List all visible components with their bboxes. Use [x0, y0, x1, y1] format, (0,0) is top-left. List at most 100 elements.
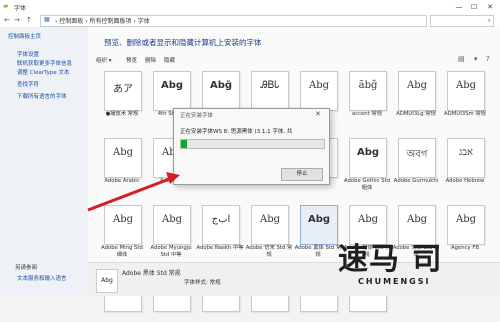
font-sample-text: অবগ — [406, 149, 428, 160]
font-tile[interactable]: Abg Adobe 仿宋 Std 常规 — [245, 205, 293, 258]
font-tile[interactable]: あア ●播放术 常规 — [98, 71, 146, 121]
font-tile[interactable]: אבג Adobe Hebrew — [441, 138, 489, 188]
organize-button[interactable]: 组织 ▾ — [96, 56, 112, 64]
font-file-icon: Abg — [104, 205, 142, 245]
font-file-icon: Abg — [300, 71, 338, 111]
view-dropdown-icon[interactable]: ▾ — [474, 55, 478, 63]
font-sample-text: Abg — [160, 80, 184, 91]
details-font-name: Adobe 黑体 Std 常规 — [122, 270, 181, 277]
font-tile[interactable]: অবগ Adobe Gurmukhi — [392, 138, 440, 188]
font-file-icon: אבג — [444, 138, 485, 182]
font-sample-text: ᎯᏴᏓ — [260, 80, 280, 91]
font-file-icon: Abg — [101, 138, 142, 182]
install-progress-bar — [180, 139, 325, 149]
font-sample-text: Abg — [112, 147, 134, 158]
maximize-button[interactable]: ☐ — [467, 2, 481, 12]
details-font-style: 字体样式: 常规 — [184, 280, 221, 286]
font-tile-label: Adobe Ming Std 细体 — [101, 245, 143, 258]
font-tile[interactable]: ﺍﺏﺝ Adobe Naskh 中等 — [196, 205, 244, 255]
control-panel-icon: ▦ — [44, 16, 50, 23]
watermark-logo: 速马 司 CHUMENGSI — [338, 232, 498, 292]
font-tile-label: Adobe Naskh 中等 — [196, 245, 244, 251]
sidebar: 控制面板主页 字体设置 联机获取更多字体信息 调整 ClearType 文本 查… — [0, 27, 88, 295]
up-arrow-icon[interactable]: ↑ — [26, 16, 32, 24]
font-file-icon: Abğ — [202, 71, 240, 111]
font-sample-text: Abg — [308, 80, 330, 91]
search-icon: ⌕ — [487, 17, 491, 24]
font-sample-text: あア — [113, 84, 133, 95]
sidebar-link-online-info[interactable]: 联机获取更多字体信息 — [17, 59, 72, 67]
hide-button[interactable]: 隐藏 — [164, 56, 175, 64]
font-file-icon: ﺍﺏﺝ — [202, 205, 240, 245]
font-file-icon: Abg — [300, 205, 338, 245]
back-arrow-icon[interactable]: ← — [4, 16, 10, 24]
font-tile[interactable]: Abg Adobe 黑体 Std 常规 — [294, 205, 342, 258]
font-file-icon: Abg — [251, 205, 289, 245]
font-sample-text: Abg — [455, 214, 477, 225]
font-tile-label: Adobe Myungjo Std 中等 — [150, 245, 192, 258]
font-sample-text: Abg — [406, 80, 428, 91]
folder-icon: ▰ — [3, 2, 9, 10]
sidebar-home-link[interactable]: 控制面板主页 — [8, 32, 41, 40]
sidebar-link-cleartype[interactable]: 调整 ClearType 文本 — [17, 68, 70, 76]
font-tile[interactable]: Abg ADMUI3Lg 常规 — [392, 71, 440, 121]
address-bar: ← → ↑ ▦ › 控制面板 › 所有控制面板项 › 字体 ⌕ — [0, 14, 500, 28]
page-title: 预览、删除或者显示和隐藏计算机上安装的字体 — [104, 38, 262, 47]
font-tile[interactable]: ãbğ accent 常规 — [343, 71, 391, 121]
font-file-icon: ãbğ — [349, 71, 387, 111]
see-also-heading: 另请参阅 — [15, 265, 38, 271]
window-title: 字体 — [14, 5, 27, 12]
font-file-icon: Abg — [153, 71, 191, 111]
font-file-icon: ᎯᏴᏓ — [251, 71, 289, 111]
font-tile-label: Adobe 黑体 Std 常规 — [294, 245, 342, 258]
font-tile-label: Adobe Gurmukhi — [393, 178, 439, 184]
watermark-subtext: CHUMENGSI — [358, 277, 431, 286]
sidebar-link-font-settings[interactable]: 字体设置 — [17, 50, 39, 58]
font-tile[interactable]: Abg Adobe Ming Std 细体 — [98, 205, 146, 258]
toolbar: 组织 ▾ 预览 删除 隐藏 ▤ ▾ ? — [88, 54, 500, 65]
font-tile-label: Adobe Gothic Std 粗体 — [343, 178, 391, 191]
dialog-message: 正在安装字体WS 8: 思源黑体 (3.1.1 字体, 共 — [180, 129, 293, 135]
font-sample-text: Abg — [307, 214, 331, 225]
sidebar-link-download-fonts[interactable]: 下载所有语言的字体 — [17, 92, 67, 100]
font-sample-text: Abg — [356, 147, 380, 158]
font-tile-label: Adobe 仿宋 Std 常规 — [245, 245, 293, 258]
close-window-button[interactable]: ✕ — [483, 2, 497, 12]
breadcrumb[interactable]: › 控制面板 › 所有控制面板项 › 字体 — [55, 16, 150, 25]
font-tile-label: Adobe Arabic — [104, 178, 140, 184]
font-file-icon: あア — [104, 71, 142, 111]
install-font-dialog: 正在安装字体 ✕ 正在安装字体WS 8: 思源黑体 (3.1.1 字体, 共 停… — [173, 108, 330, 185]
font-tile[interactable]: Abg Adobe Myungjo Std 中等 — [147, 205, 195, 258]
font-sample-text: Abg — [357, 214, 379, 225]
font-file-icon: Abg — [153, 205, 191, 245]
minimize-button[interactable]: — — [452, 2, 466, 12]
font-file-icon: অবগ — [395, 138, 436, 182]
title-bar: ▰ 字体 — ☐ ✕ — [0, 0, 500, 14]
dialog-close-icon[interactable]: ✕ — [315, 110, 321, 118]
font-tile[interactable]: Abg Adobe Gothic Std 粗体 — [343, 138, 391, 191]
sidebar-link-find-char[interactable]: 查找字符 — [17, 80, 39, 88]
view-options-icon[interactable]: ▤ — [458, 55, 465, 63]
font-tile[interactable]: Abg ADMUI3Sm 常规 — [441, 71, 489, 121]
font-sample-text: אבג — [458, 147, 474, 158]
delete-button[interactable]: 删除 — [145, 56, 156, 64]
forward-arrow-icon[interactable]: → — [14, 16, 20, 24]
watermark-text: 速马 司 — [338, 242, 443, 277]
preview-button[interactable]: 预览 — [126, 56, 137, 64]
help-icon[interactable]: ? — [486, 55, 490, 63]
font-preview-icon: Abg — [96, 269, 118, 293]
font-file-icon: Abg — [349, 138, 387, 178]
font-tile[interactable]: Abg Adobe Arabic — [98, 138, 146, 188]
stop-button[interactable]: 停止 — [281, 168, 323, 181]
font-tile-label: ●播放术 常规 — [105, 111, 139, 117]
font-file-icon: Abg — [398, 71, 436, 111]
search-input[interactable]: ⌕ — [430, 15, 494, 27]
font-tile-label: ADMUI3Sm 常规 — [444, 111, 486, 117]
font-sample-text: Abg — [259, 214, 281, 225]
font-file-icon: Abg — [447, 71, 485, 111]
font-sample-text: Abg — [112, 214, 134, 225]
sidebar-link-text-services[interactable]: 文本服务和输入语言 — [17, 274, 67, 282]
font-tile-label: Adobe Hebrew — [445, 178, 485, 184]
font-sample-text: Abg — [161, 214, 183, 225]
font-tile-label: accent 常规 — [351, 111, 383, 117]
